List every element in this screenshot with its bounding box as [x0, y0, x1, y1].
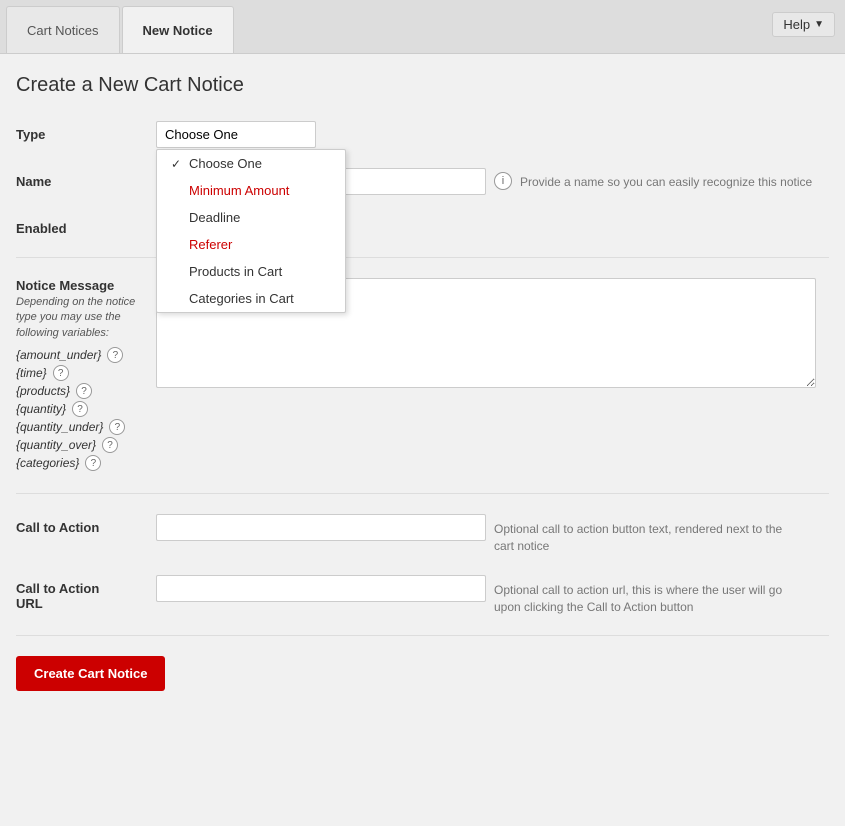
divider-1 — [16, 257, 829, 258]
dropdown-item-categories-in-cart-label: Categories in Cart — [189, 291, 294, 306]
name-hint-text: Provide a name so you can easily recogni… — [520, 168, 812, 189]
enabled-row: Enabled — [16, 215, 829, 237]
tab-bar: Cart Notices New Notice Help ▼ — [0, 0, 845, 54]
variable-code-quantity: {quantity} — [16, 402, 66, 416]
create-cart-notice-button[interactable]: Create Cart Notice — [16, 656, 165, 691]
form-section: Type Choose OneMinimum AmountDeadlineRef… — [16, 121, 829, 691]
notice-message-label-col: Notice Message Depending on the notice t… — [16, 278, 156, 473]
variable-help-amount-under[interactable]: ? — [107, 347, 123, 363]
help-button-label: Help — [783, 17, 810, 32]
dropdown-item-deadline-label: Deadline — [189, 210, 240, 225]
name-label: Name — [16, 168, 156, 189]
help-dropdown-arrow: ▼ — [814, 19, 824, 30]
dropdown-item-choose-one[interactable]: ✓ Choose One — [157, 150, 345, 177]
enabled-label: Enabled — [16, 215, 156, 236]
variable-code-time: {time} — [16, 366, 47, 380]
notice-message-label: Notice Message — [16, 278, 156, 293]
variable-time: {time} ? — [16, 365, 156, 381]
dropdown-item-referer[interactable]: Referer — [157, 231, 345, 258]
tab-new-notice[interactable]: New Notice — [122, 6, 234, 53]
name-row: Name i Provide a name so you can easily … — [16, 168, 829, 195]
variable-code-quantity-under: {quantity_under} — [16, 420, 103, 434]
notice-message-row: Notice Message Depending on the notice t… — [16, 278, 829, 473]
variable-code-amount-under: {amount_under} — [16, 348, 101, 362]
dropdown-item-products-in-cart-label: Products in Cart — [189, 264, 282, 279]
variable-quantity-over: {quantity_over} ? — [16, 437, 156, 453]
variable-quantity-under: {quantity_under} ? — [16, 419, 156, 435]
cta-row: Call to Action Optional call to action b… — [16, 514, 829, 555]
dropdown-item-deadline[interactable]: Deadline — [157, 204, 345, 231]
dropdown-item-referer-label: Referer — [189, 237, 232, 252]
variable-help-time[interactable]: ? — [53, 365, 69, 381]
variable-code-categories: {categories} — [16, 456, 79, 470]
main-content: Create a New Cart Notice Type Choose One… — [0, 54, 845, 731]
variable-code-products: {products} — [16, 384, 70, 398]
cta-label: Call to Action — [16, 514, 156, 535]
cta-url-label-text: Call to ActionURL — [16, 581, 99, 611]
type-dropdown-overlay[interactable]: ✓ Choose One Minimum Amount Deadline — [156, 149, 346, 313]
cta-input[interactable] — [156, 514, 486, 541]
page-title: Create a New Cart Notice — [16, 74, 829, 97]
cta-url-row: Call to ActionURL Optional call to actio… — [16, 575, 829, 616]
dropdown-item-products-in-cart[interactable]: Products in Cart — [157, 258, 345, 285]
variable-products: {products} ? — [16, 383, 156, 399]
variable-code-quantity-over: {quantity_over} — [16, 438, 96, 452]
type-select-wrapper: Choose OneMinimum AmountDeadlineRefererP… — [156, 121, 316, 148]
variable-help-quantity-under[interactable]: ? — [109, 419, 125, 435]
variable-help-quantity[interactable]: ? — [72, 401, 88, 417]
check-mark-icon: ✓ — [171, 157, 183, 171]
variables-list: {amount_under} ? {time} ? {products} ? {… — [16, 347, 156, 471]
type-row: Type Choose OneMinimum AmountDeadlineRef… — [16, 121, 829, 148]
cta-url-hint-text: Optional call to action url, this is whe… — [494, 575, 794, 616]
divider-2 — [16, 493, 829, 494]
variable-help-quantity-over[interactable]: ? — [102, 437, 118, 453]
variable-amount-under: {amount_under} ? — [16, 347, 156, 363]
tab-cart-notices-label: Cart Notices — [27, 23, 99, 38]
cta-hint-text: Optional call to action button text, ren… — [494, 514, 794, 555]
divider-3 — [16, 635, 829, 636]
help-button[interactable]: Help ▼ — [772, 12, 835, 37]
variable-help-categories[interactable]: ? — [85, 455, 101, 471]
cta-url-label: Call to ActionURL — [16, 575, 156, 611]
variable-help-products[interactable]: ? — [76, 383, 92, 399]
cta-url-field: Optional call to action url, this is whe… — [156, 575, 829, 616]
variable-quantity: {quantity} ? — [16, 401, 156, 417]
type-select[interactable]: Choose OneMinimum AmountDeadlineRefererP… — [156, 121, 316, 148]
dropdown-item-minimum-amount[interactable]: Minimum Amount — [157, 177, 345, 204]
submit-row: Create Cart Notice — [16, 656, 829, 691]
tab-cart-notices[interactable]: Cart Notices — [6, 6, 120, 53]
type-label: Type — [16, 121, 156, 142]
variable-categories: {categories} ? — [16, 455, 156, 471]
name-hint-icon: i — [494, 172, 512, 190]
dropdown-item-minimum-amount-label: Minimum Amount — [189, 183, 289, 198]
cta-field: Optional call to action button text, ren… — [156, 514, 829, 555]
dropdown-item-choose-one-label: Choose One — [189, 156, 262, 171]
type-field: Choose OneMinimum AmountDeadlineRefererP… — [156, 121, 829, 148]
dropdown-item-categories-in-cart[interactable]: Categories in Cart — [157, 285, 345, 312]
cta-url-input[interactable] — [156, 575, 486, 602]
tab-new-notice-label: New Notice — [143, 23, 213, 38]
notice-message-description: Depending on the notice type you may use… — [16, 295, 156, 341]
